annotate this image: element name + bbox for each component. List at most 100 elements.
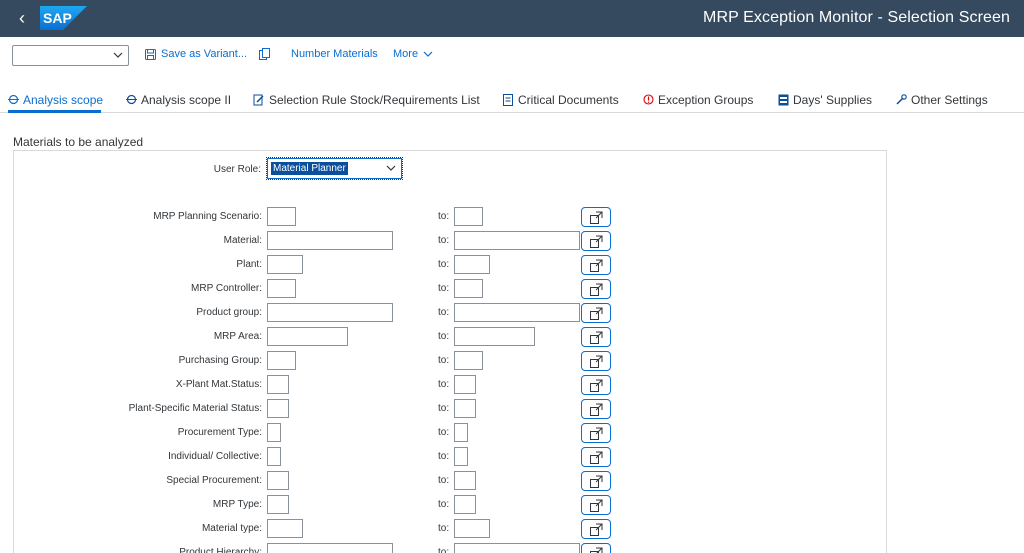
to-label: to: — [438, 427, 450, 438]
shell-bar: ‹ SAP MRP Exception Monitor - Selection … — [0, 0, 1024, 37]
multiple-selection-button[interactable] — [581, 351, 611, 371]
range-from-input[interactable] — [267, 447, 281, 466]
tab-analysis-scope[interactable]: Analysis scope — [8, 91, 103, 108]
range-from-input[interactable] — [267, 495, 289, 514]
range-from-input[interactable] — [267, 543, 393, 553]
multiple-selection-button[interactable] — [581, 423, 611, 443]
multiple-selection-button[interactable] — [581, 447, 611, 467]
tab-critical-documents[interactable]: Critical Documents — [503, 91, 619, 108]
tab-label: Critical Documents — [518, 92, 619, 107]
multiple-selection-icon — [590, 307, 603, 320]
range-from-input[interactable] — [267, 231, 393, 250]
app-title: MRP Exception Monitor - Selection Screen — [703, 9, 1010, 26]
multiple-selection-icon — [590, 523, 603, 536]
multiple-selection-button[interactable] — [581, 471, 611, 491]
copy-button[interactable] — [259, 48, 271, 60]
multiple-selection-button[interactable] — [581, 279, 611, 299]
tab-label: Analysis scope II — [141, 92, 232, 107]
range-from-input[interactable] — [267, 255, 303, 274]
tab-label: Exception Groups — [658, 92, 754, 107]
range-to-input[interactable] — [454, 255, 490, 274]
tab-label: Selection Rule Stock/Requirements List — [269, 92, 480, 107]
range-to-input[interactable] — [454, 423, 468, 442]
range-from-input[interactable] — [267, 423, 281, 442]
multiple-selection-icon — [590, 283, 603, 296]
chevron-down-icon — [386, 165, 396, 171]
toolbar: Save as Variant... Number Materials More — [0, 37, 1024, 75]
tab-days-supplies[interactable]: Days' Supplies — [778, 91, 872, 108]
user-role-value: Material Planner — [271, 162, 348, 175]
tab-analysis-scope-ii[interactable]: Analysis scope II — [126, 91, 231, 108]
multiple-selection-button[interactable] — [581, 495, 611, 515]
range-to-input[interactable] — [454, 543, 580, 553]
range-from-input[interactable] — [267, 471, 289, 490]
range-to-input[interactable] — [454, 351, 483, 370]
to-label: to: — [438, 451, 450, 462]
multiple-selection-button[interactable] — [581, 207, 611, 227]
back-arrow-icon[interactable]: ‹ — [12, 8, 32, 28]
field-label: Purchasing Group: — [178, 355, 262, 366]
to-label: to: — [438, 403, 450, 414]
to-label: to: — [438, 355, 450, 366]
field-label: MRP Controller: — [191, 283, 262, 294]
range-to-input[interactable] — [454, 495, 476, 514]
multiple-selection-button[interactable] — [581, 303, 611, 323]
range-from-input[interactable] — [267, 279, 296, 298]
range-from-input[interactable] — [267, 207, 296, 226]
multiple-selection-icon — [590, 403, 603, 416]
range-from-input[interactable] — [267, 351, 296, 370]
tab-other-settings[interactable]: Other Settings — [896, 91, 988, 108]
tab-bar: Analysis scope Analysis scope II Selecti… — [0, 86, 1024, 113]
range-to-input[interactable] — [454, 303, 580, 322]
range-from-input[interactable] — [267, 375, 289, 394]
multiple-selection-icon — [590, 451, 603, 464]
multiple-selection-icon — [590, 547, 603, 553]
field-label: MRP Area: — [213, 331, 262, 342]
range-from-input[interactable] — [267, 399, 289, 418]
range-from-input[interactable] — [267, 303, 393, 322]
multiple-selection-button[interactable] — [581, 543, 611, 553]
range-from-input[interactable] — [267, 327, 348, 346]
range-to-input[interactable] — [454, 375, 476, 394]
field-label: Material: — [223, 235, 262, 246]
multiple-selection-button[interactable] — [581, 399, 611, 419]
to-label: to: — [438, 499, 450, 510]
user-role-label: User Role: — [213, 164, 261, 175]
to-label: to: — [438, 259, 450, 270]
tab-exception-groups[interactable]: Exception Groups — [643, 91, 753, 108]
field-label: Plant: — [236, 259, 262, 270]
multiple-selection-icon — [590, 235, 603, 248]
multiple-selection-button[interactable] — [581, 327, 611, 347]
multiple-selection-button[interactable] — [581, 375, 611, 395]
user-role-select[interactable]: Material Planner — [266, 157, 403, 180]
to-label: to: — [438, 523, 450, 534]
range-to-input[interactable] — [454, 519, 490, 538]
range-to-input[interactable] — [454, 327, 535, 346]
range-to-input[interactable] — [454, 471, 476, 490]
scope-icon — [8, 94, 19, 105]
to-label: to: — [438, 475, 450, 486]
field-label: Product Hierarchy: — [179, 547, 262, 553]
to-label: to: — [438, 379, 450, 390]
multiple-selection-button[interactable] — [581, 231, 611, 251]
range-from-input[interactable] — [267, 519, 303, 538]
range-to-input[interactable] — [454, 207, 483, 226]
field-label: Special Procurement: — [166, 475, 262, 486]
save-as-variant-button[interactable]: Save as Variant... — [145, 48, 247, 60]
number-materials-button[interactable]: Number Materials — [291, 48, 378, 60]
tab-selection-rule[interactable]: Selection Rule Stock/Requirements List — [253, 91, 480, 108]
range-to-input[interactable] — [454, 231, 580, 250]
variant-select[interactable] — [12, 45, 129, 66]
multiple-selection-button[interactable] — [581, 255, 611, 275]
multiple-selection-button[interactable] — [581, 519, 611, 539]
multiple-selection-icon — [590, 427, 603, 440]
svg-text:SAP: SAP — [43, 10, 72, 26]
range-to-input[interactable] — [454, 399, 476, 418]
range-to-input[interactable] — [454, 447, 468, 466]
field-label: Material type: — [201, 523, 262, 534]
section-title: Materials to be analyzed — [13, 135, 144, 149]
tab-label: Analysis scope — [23, 92, 104, 107]
selection-panel — [13, 150, 887, 553]
more-button[interactable]: More — [393, 48, 433, 60]
range-to-input[interactable] — [454, 279, 483, 298]
